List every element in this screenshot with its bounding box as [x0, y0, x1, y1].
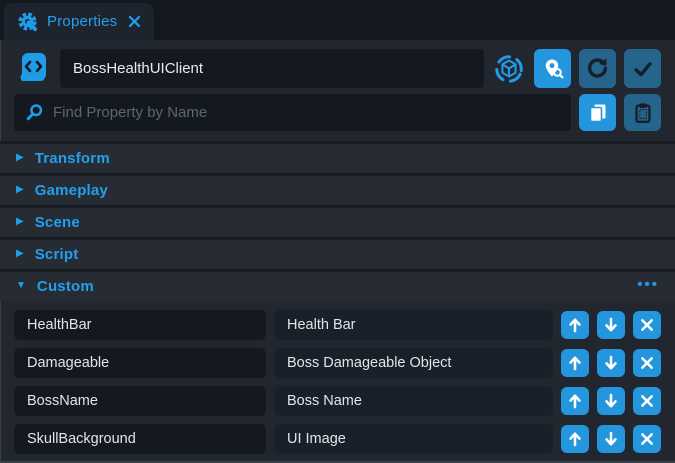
delete-property-button[interactable]: [633, 425, 661, 453]
custom-property-row: Boss Name: [14, 386, 661, 416]
arrow-down-icon: [602, 354, 620, 372]
arrow-up-icon: [566, 430, 584, 448]
custom-properties-list: Health Bar Boss Damageable Object: [0, 301, 675, 454]
properties-panel: Properties: [0, 0, 675, 463]
search-placeholder: Find Property by Name: [53, 104, 207, 121]
copy-icon: [586, 101, 610, 125]
paste-icon: [631, 101, 655, 125]
search-row: Find Property by Name: [14, 94, 661, 131]
arrow-up-icon: [566, 354, 584, 372]
property-name-input[interactable]: [14, 424, 266, 454]
arrow-down-icon: [602, 316, 620, 334]
gear-wrench-icon: [17, 11, 38, 32]
property-value-field[interactable]: Health Bar: [274, 310, 553, 340]
custom-property-row: Boss Damageable Object: [14, 348, 661, 378]
property-value-field[interactable]: Boss Name: [274, 386, 553, 416]
paste-properties-button[interactable]: [624, 94, 661, 131]
close-icon[interactable]: [128, 15, 141, 28]
script-icon: [14, 50, 52, 88]
copy-properties-button[interactable]: [579, 94, 616, 131]
caret-down-icon: ▼: [16, 281, 26, 291]
panel-body: Find Property by Name ▶ Transform: [0, 40, 675, 463]
property-name-input[interactable]: [14, 310, 266, 340]
caret-right-icon: ▶: [16, 217, 24, 227]
tab-properties[interactable]: Properties: [4, 3, 154, 40]
tab-bar: Properties: [0, 0, 675, 40]
arrow-up-icon: [566, 316, 584, 334]
move-up-button[interactable]: [561, 349, 589, 377]
move-down-button[interactable]: [597, 425, 625, 453]
move-down-button[interactable]: [597, 349, 625, 377]
section-list: ▶ Transform ▶ Gameplay ▶ Scene ▶ Script …: [0, 141, 675, 301]
section-label: Script: [35, 246, 79, 263]
check-icon: [631, 57, 655, 81]
x-icon: [639, 393, 655, 409]
section-transform[interactable]: ▶ Transform: [0, 141, 675, 173]
section-custom[interactable]: ▼ Custom •••: [0, 269, 675, 301]
tab-title: Properties: [47, 13, 117, 30]
move-down-button[interactable]: [597, 387, 625, 415]
property-name-input[interactable]: [14, 348, 266, 378]
section-label: Scene: [35, 214, 80, 231]
section-label: Transform: [35, 150, 110, 167]
delete-property-button[interactable]: [633, 387, 661, 415]
section-gameplay[interactable]: ▶ Gameplay: [0, 173, 675, 205]
x-icon: [639, 355, 655, 371]
caret-right-icon: ▶: [16, 185, 24, 195]
custom-property-row: UI Image: [14, 424, 661, 454]
custom-property-row: Health Bar: [14, 310, 661, 340]
section-script[interactable]: ▶ Script: [0, 237, 675, 269]
apply-button[interactable]: [624, 49, 661, 88]
arrow-up-icon: [566, 392, 584, 410]
search-icon: [25, 103, 44, 122]
pin-search-icon: [541, 57, 565, 81]
move-up-button[interactable]: [561, 311, 589, 339]
move-up-button[interactable]: [561, 387, 589, 415]
x-icon: [639, 317, 655, 333]
move-up-button[interactable]: [561, 425, 589, 453]
move-down-button[interactable]: [597, 311, 625, 339]
search-input[interactable]: Find Property by Name: [14, 94, 571, 131]
arrow-down-icon: [602, 430, 620, 448]
property-value-field[interactable]: Boss Damageable Object: [274, 348, 553, 378]
x-icon: [639, 431, 655, 447]
section-label: Custom: [37, 278, 94, 295]
find-in-scene-button[interactable]: [534, 49, 571, 88]
ellipsis-menu-icon[interactable]: •••: [637, 276, 659, 293]
delete-property-button[interactable]: [633, 311, 661, 339]
caret-right-icon: ▶: [16, 153, 24, 163]
networked-cube-icon: [492, 53, 526, 85]
section-label: Gameplay: [35, 182, 108, 199]
property-name-input[interactable]: [14, 386, 266, 416]
property-value-field[interactable]: UI Image: [274, 424, 553, 454]
section-scene[interactable]: ▶ Scene: [0, 205, 675, 237]
reset-button[interactable]: [579, 49, 616, 88]
script-name-row: [14, 49, 661, 88]
arrow-down-icon: [602, 392, 620, 410]
caret-right-icon: ▶: [16, 249, 24, 259]
reset-icon: [585, 56, 610, 81]
delete-property-button[interactable]: [633, 349, 661, 377]
script-name-input[interactable]: [60, 49, 484, 88]
